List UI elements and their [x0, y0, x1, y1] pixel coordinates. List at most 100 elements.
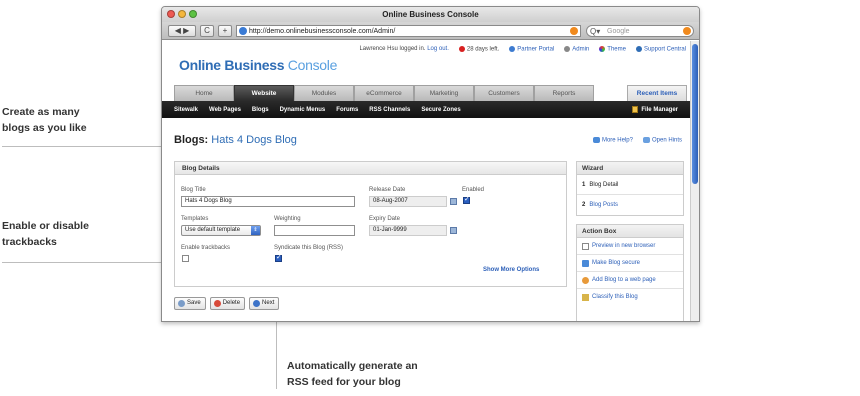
- trackbacks-checkbox[interactable]: [182, 255, 189, 262]
- app-logo[interactable]: Online Business Console: [179, 57, 337, 73]
- minimize-button[interactable]: [178, 10, 186, 18]
- templates-label: Templates: [181, 216, 209, 222]
- browser-toolbar: ◀ ▶ C + http://demo.onlinebusinessconsol…: [162, 22, 699, 40]
- annotation-trackbacks: Enable or disable trackbacks: [2, 218, 89, 250]
- weighting-input[interactable]: [274, 225, 355, 236]
- action-classify[interactable]: Classify this Blog: [577, 289, 683, 306]
- subnav-forums[interactable]: Forums: [336, 107, 358, 113]
- delete-button[interactable]: Delete: [209, 297, 246, 310]
- days-left: 28 days left.: [466, 46, 500, 53]
- tab-modules[interactable]: Modules: [294, 85, 354, 101]
- action-add-to-page[interactable]: Add Blog to a web page: [577, 272, 683, 289]
- tab-ecommerce[interactable]: eCommerce: [354, 85, 414, 101]
- tab-customers[interactable]: Customers: [474, 85, 534, 101]
- theme-link[interactable]: Theme: [599, 46, 626, 53]
- alert-icon: [458, 46, 465, 52]
- theme-label: Theme: [607, 46, 626, 53]
- recent-items-button[interactable]: Recent Items: [627, 85, 687, 101]
- partner-icon: [509, 46, 516, 52]
- annotation-rss: Automatically generate an RSS feed for y…: [287, 358, 418, 390]
- tab-reports[interactable]: Reports: [534, 85, 594, 101]
- templates-select[interactable]: Use default template ⇕: [181, 225, 261, 236]
- trial-status: 28 days left.: [458, 46, 500, 53]
- action-label: Add Blog to a web page: [592, 276, 656, 283]
- expiry-date-field[interactable]: 01-Jan-9999: [369, 225, 447, 236]
- subnav-dynamic-menus[interactable]: Dynamic Menus: [280, 107, 326, 113]
- syndicate-checkbox[interactable]: [275, 253, 282, 262]
- globe-icon: [239, 27, 247, 35]
- wizard-step-blog-posts[interactable]: 2 Blog Posts: [577, 195, 683, 215]
- next-arrow-icon: [253, 300, 261, 307]
- calendar-icon[interactable]: [450, 198, 457, 205]
- back-forward-button[interactable]: ◀ ▶: [168, 25, 196, 37]
- tab-website[interactable]: Website: [234, 85, 294, 101]
- window-title: Online Business Console: [382, 10, 479, 19]
- action-make-secure[interactable]: Make Blog secure: [577, 255, 683, 272]
- syndicate-label: Syndicate this Blog (RSS): [274, 245, 344, 251]
- save-label: Save: [187, 300, 201, 306]
- show-more-options-link[interactable]: Show More Options: [483, 267, 539, 273]
- annotation-text: Automatically generate an: [287, 360, 418, 372]
- action-preview[interactable]: Preview in new browser: [577, 238, 683, 255]
- add-bookmark-button[interactable]: +: [218, 25, 232, 37]
- login-status: Lawrence Hsu logged in. Log out.: [359, 46, 448, 52]
- dropdown-arrow-icon: ⇕: [251, 226, 260, 235]
- title-prefix: Blogs:: [174, 134, 209, 146]
- vertical-scrollbar[interactable]: [690, 41, 699, 321]
- weighting-label: Weighting: [274, 216, 301, 222]
- action-box-heading: Action Box: [577, 225, 683, 238]
- user-text: Lawrence Hsu logged in.: [359, 46, 426, 53]
- tab-marketing[interactable]: Marketing: [414, 85, 474, 101]
- zoom-button[interactable]: [189, 10, 197, 18]
- file-icon: [632, 106, 639, 113]
- page-content: Lawrence Hsu logged in. Log out. 28 days…: [162, 41, 690, 321]
- tab-home[interactable]: Home: [174, 85, 234, 101]
- user-bar: Lawrence Hsu logged in. Log out. 28 days…: [359, 46, 686, 53]
- wizard-step-blog-detail[interactable]: 1 Blog Detail: [577, 175, 683, 195]
- annotation-text: RSS feed for your blog: [287, 376, 401, 388]
- release-date-field[interactable]: 08-Aug-2007: [369, 196, 447, 207]
- subnav-secure-zones[interactable]: Secure Zones: [421, 107, 460, 113]
- file-manager-link[interactable]: File Manager: [632, 106, 678, 113]
- color-wheel-icon: [599, 46, 606, 52]
- subnav-sitewalk[interactable]: Sitewalk: [174, 107, 198, 113]
- action-label: Classify this Blog: [592, 294, 638, 300]
- step-number: 1: [582, 182, 586, 188]
- reload-button[interactable]: C: [200, 25, 214, 37]
- scrollbar-thumb[interactable]: [692, 44, 698, 184]
- partner-portal-link[interactable]: Partner Portal: [509, 46, 554, 53]
- clear-search-icon[interactable]: [683, 27, 691, 35]
- main-tabs: Home Website Modules eCommerce Marketing…: [174, 85, 687, 101]
- window-controls: [167, 10, 197, 18]
- enabled-label: Enabled: [462, 187, 485, 193]
- address-bar[interactable]: http://demo.onlinebusinessconsole.com/Ad…: [236, 25, 581, 37]
- subnav-rss-channels[interactable]: RSS Channels: [369, 107, 410, 113]
- expiry-date-label: Expiry Date: [369, 216, 401, 222]
- subnav-blogs[interactable]: Blogs: [252, 107, 269, 113]
- file-manager-label: File Manager: [641, 106, 678, 113]
- close-button[interactable]: [167, 10, 175, 18]
- save-button[interactable]: Save: [174, 297, 206, 310]
- open-hints-link[interactable]: Open Hints: [642, 137, 682, 144]
- title-bar: Online Business Console: [162, 7, 699, 22]
- search-input[interactable]: Q▾ Google: [586, 25, 694, 37]
- action-label: Preview in new browser: [592, 242, 656, 249]
- more-help-link[interactable]: More Help?: [592, 137, 633, 144]
- logout-link[interactable]: Log out.: [427, 46, 449, 52]
- next-button[interactable]: Next: [249, 297, 280, 310]
- calendar-icon[interactable]: [450, 227, 457, 234]
- blog-title-label: Blog Title: [181, 187, 206, 193]
- rss-icon[interactable]: [570, 27, 578, 35]
- logo-thin: Console: [287, 57, 338, 73]
- subnav-web-pages[interactable]: Web Pages: [209, 107, 241, 113]
- enabled-checkbox[interactable]: [463, 195, 470, 204]
- tools-icon: [564, 46, 571, 52]
- admin-link[interactable]: Admin: [564, 46, 589, 53]
- open-hints-label: Open Hints: [651, 137, 682, 144]
- support-link[interactable]: Support Central: [635, 46, 686, 53]
- blog-details-panel: Blog Details Blog Title Hats 4 Dogs Blog…: [174, 161, 567, 287]
- step-number: 2: [582, 202, 586, 208]
- blog-title-input[interactable]: Hats 4 Dogs Blog: [181, 196, 355, 207]
- add-page-icon: [582, 276, 589, 284]
- delete-label: Delete: [222, 300, 241, 306]
